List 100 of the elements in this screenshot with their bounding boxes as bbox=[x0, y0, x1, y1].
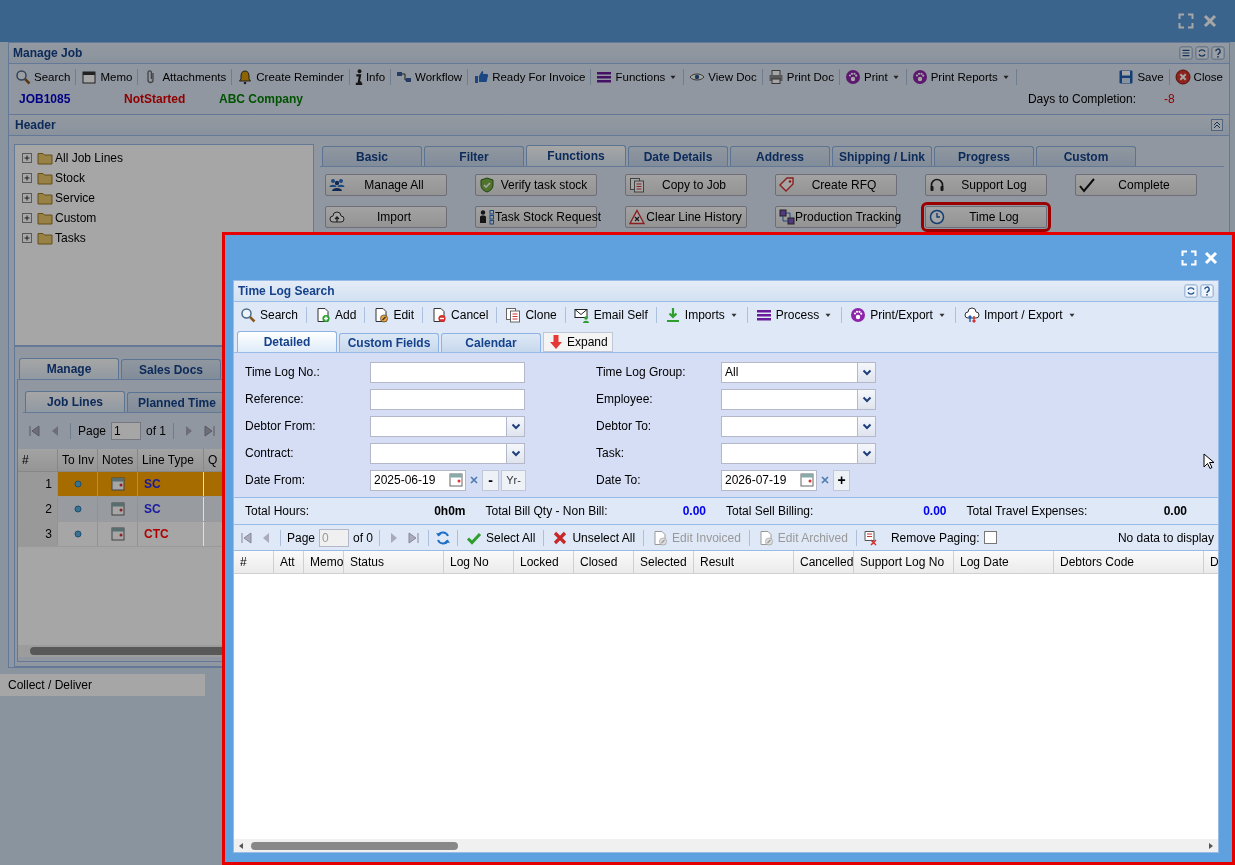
column-header[interactable]: Status bbox=[344, 551, 444, 573]
dropdown-field[interactable] bbox=[370, 442, 525, 464]
dropdown-field[interactable] bbox=[721, 388, 876, 410]
column-header[interactable]: Selected bbox=[634, 551, 694, 573]
people-icon bbox=[329, 177, 345, 193]
toolbar-button[interactable]: Print Reports bbox=[909, 69, 1013, 85]
down-arrow-icon bbox=[548, 334, 564, 350]
column-header[interactable]: Line Type bbox=[138, 449, 204, 471]
tree-item[interactable]: Custom bbox=[19, 208, 313, 228]
tab[interactable]: Functions bbox=[526, 145, 626, 166]
date-field[interactable]: 2026-07-19 bbox=[721, 469, 817, 491]
input-field[interactable] bbox=[370, 388, 525, 410]
function-button[interactable]: Support Log bbox=[925, 174, 1047, 196]
toolbar-button[interactable]: Add bbox=[313, 307, 359, 323]
date-field[interactable]: 2025-06-19 bbox=[370, 469, 466, 491]
checkbox[interactable] bbox=[983, 531, 997, 544]
toolbar-button[interactable]: Select All bbox=[464, 529, 538, 546]
dropdown-field[interactable] bbox=[721, 442, 876, 464]
toolbar-button[interactable]: Cancel bbox=[429, 307, 491, 323]
toolbar-button[interactable]: Edit bbox=[371, 307, 417, 323]
total-value: 0.00 bbox=[923, 504, 947, 518]
tab[interactable]: Job Lines bbox=[25, 391, 125, 412]
input-field[interactable] bbox=[370, 361, 525, 383]
column-header[interactable]: Notes bbox=[98, 449, 138, 471]
scroll-right-icon[interactable] bbox=[1207, 841, 1215, 850]
scrollbar[interactable] bbox=[234, 839, 1218, 852]
column-header[interactable]: Closed bbox=[574, 551, 634, 573]
column-header[interactable]: Result bbox=[694, 551, 794, 573]
toolbar-button[interactable]: Memo bbox=[79, 69, 135, 85]
toolbar-button[interactable]: Ready For Invoice bbox=[471, 69, 588, 85]
toolbar-button[interactable]: Functions bbox=[594, 69, 681, 85]
toolbar-button[interactable]: Save bbox=[1116, 69, 1166, 85]
function-button[interactable]: Complete bbox=[1075, 174, 1197, 196]
tab[interactable]: Manage bbox=[19, 358, 119, 379]
tab[interactable]: Calendar bbox=[441, 333, 541, 352]
toolbar-button[interactable]: Print/Export bbox=[848, 307, 949, 323]
workflow-icon bbox=[396, 69, 413, 85]
toolbar-button[interactable]: Create Reminder bbox=[235, 69, 346, 85]
tree-item[interactable]: All Job Lines bbox=[19, 148, 313, 168]
toolbar-button[interactable]: Clone bbox=[503, 307, 559, 323]
column-header[interactable]: # bbox=[234, 551, 274, 573]
toolbar-button[interactable]: Search bbox=[13, 69, 73, 85]
tab[interactable]: Detailed bbox=[237, 331, 337, 352]
documents-icon bbox=[629, 177, 645, 193]
column-header[interactable]: Support Log No bbox=[854, 551, 954, 573]
date-step-button[interactable]: Yr- bbox=[501, 469, 526, 491]
function-button[interactable]: Copy to Job bbox=[625, 174, 747, 196]
toolbar-button[interactable]: Print bbox=[843, 69, 903, 85]
toolbar-button[interactable]: Print Doc bbox=[765, 69, 836, 85]
toolbar-button[interactable]: Process bbox=[753, 307, 836, 323]
row-number: 2 bbox=[18, 497, 58, 521]
column-header[interactable]: Debtors Code bbox=[1054, 551, 1204, 573]
toolbar-button[interactable]: Close bbox=[1172, 69, 1225, 85]
function-button[interactable]: Clear Line History bbox=[625, 206, 747, 228]
toolbar-button[interactable]: View Doc bbox=[687, 69, 759, 85]
function-button[interactable]: Verify task stock bbox=[475, 174, 597, 196]
toolbar-button[interactable]: Search bbox=[238, 307, 301, 323]
dropdown-field[interactable] bbox=[721, 415, 876, 437]
dropdown-field[interactable] bbox=[370, 415, 525, 437]
page-field[interactable]: 1 bbox=[111, 422, 142, 440]
tab[interactable]: Progress bbox=[934, 146, 1034, 166]
tab[interactable]: Custom Fields bbox=[339, 333, 439, 352]
column-header[interactable]: Att bbox=[274, 551, 304, 573]
tree-item[interactable]: Tasks bbox=[19, 228, 313, 248]
document-pencil-icon bbox=[757, 529, 774, 546]
tab[interactable]: Filter bbox=[424, 146, 524, 166]
line-type: SC bbox=[144, 478, 161, 490]
function-button[interactable]: Manage All bbox=[325, 174, 447, 196]
collapse-icon[interactable] bbox=[1211, 119, 1223, 131]
tab[interactable]: Basic bbox=[322, 146, 422, 166]
column-header[interactable]: Log Date bbox=[954, 551, 1054, 573]
toolbar-button[interactable]: Unselect All bbox=[550, 529, 638, 546]
scroll-left-icon[interactable] bbox=[237, 841, 245, 850]
column-header[interactable]: To Inv bbox=[58, 449, 98, 471]
toolbar-button[interactable]: Attachments bbox=[141, 69, 229, 85]
tab[interactable]: Shipping / Link bbox=[832, 146, 932, 166]
column-header[interactable]: D bbox=[1204, 551, 1218, 573]
dropdown-field[interactable]: All bbox=[721, 361, 876, 383]
date-step-button[interactable]: - bbox=[482, 469, 499, 491]
column-header[interactable]: Cancelled bbox=[794, 551, 854, 573]
date-step-button[interactable]: + bbox=[833, 469, 850, 491]
toolbar-button[interactable]: Imports bbox=[662, 307, 741, 323]
column-header[interactable]: Locked bbox=[514, 551, 574, 573]
tab[interactable]: Sales Docs bbox=[121, 359, 221, 379]
tree-item[interactable]: Stock bbox=[19, 168, 313, 188]
function-button[interactable]: Import bbox=[325, 206, 447, 228]
column-header[interactable]: Memo bbox=[304, 551, 344, 573]
toolbar-button[interactable]: Workflow bbox=[394, 69, 465, 85]
toolbar-button[interactable]: Import / Export bbox=[961, 307, 1079, 323]
function-button[interactable]: Create RFQ bbox=[775, 174, 897, 196]
tab[interactable]: Date Details bbox=[628, 146, 728, 166]
column-header[interactable]: # bbox=[18, 449, 58, 471]
tab[interactable]: Address bbox=[730, 146, 830, 166]
column-header[interactable]: Log No bbox=[444, 551, 514, 573]
expand-button[interactable]: Expand bbox=[543, 332, 613, 352]
tree-item[interactable]: Service bbox=[19, 188, 313, 208]
first-page-icon bbox=[238, 529, 254, 546]
toolbar-button[interactable]: Info bbox=[352, 69, 388, 85]
toolbar-button[interactable]: Email Self bbox=[571, 307, 650, 323]
tab[interactable]: Custom bbox=[1036, 146, 1136, 166]
